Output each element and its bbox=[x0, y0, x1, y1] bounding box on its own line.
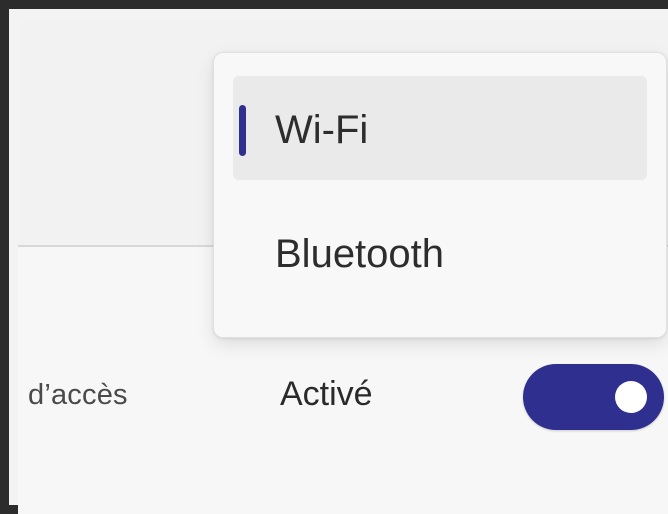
menu-item-label-bluetooth: Bluetooth bbox=[275, 232, 445, 276]
setting-row-label: d’accès bbox=[28, 379, 128, 411]
menu-item-wifi[interactable]: Wi-Fi bbox=[233, 76, 647, 180]
menu-item-bluetooth[interactable]: Bluetooth bbox=[233, 200, 647, 304]
toggle-status-text: Activé bbox=[280, 375, 373, 413]
selected-item-indicator-icon bbox=[239, 105, 246, 156]
activation-toggle[interactable] bbox=[523, 364, 664, 430]
toggle-knob bbox=[615, 381, 647, 413]
menu-item-label-wifi: Wi-Fi bbox=[275, 108, 369, 152]
connection-type-dropdown-menu: Wi-Fi Bluetooth bbox=[213, 52, 667, 338]
settings-window-crop: d’accès Activé Wi-Fi Bluetooth bbox=[0, 0, 668, 514]
